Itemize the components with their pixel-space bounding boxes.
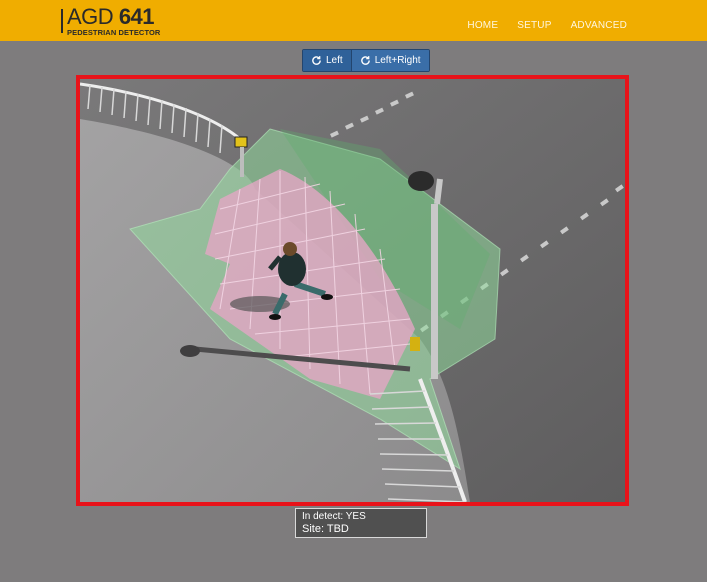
scene-render [80, 79, 625, 502]
rotate-icon [312, 56, 321, 65]
site-status: Site: TBD [302, 523, 349, 535]
lamp-shadow [180, 345, 200, 357]
sensor-device [234, 136, 248, 148]
brand-logo: AGD 641 [67, 4, 155, 29]
status-panel: In detect: YES Site: TBD [295, 508, 427, 538]
sensor-mount [240, 147, 244, 177]
main-nav: HOME SETUP ADVANCED [467, 20, 627, 31]
nav-home[interactable]: HOME [467, 20, 498, 31]
in-detect-status: In detect: YES [302, 511, 366, 522]
view-toggle-group: Left Left+Right [302, 49, 430, 72]
detection-viewport[interactable] [76, 75, 629, 506]
brand-subtitle: PEDESTRIAN DETECTOR [67, 28, 161, 37]
brand-divider [61, 9, 63, 33]
sensor-box [410, 337, 420, 351]
rotate-icon [360, 56, 370, 65]
view-left-right-label: Left+Right [374, 55, 421, 66]
view-left-right-button[interactable]: Left+Right [350, 50, 429, 71]
view-left-label: Left [326, 55, 343, 66]
nav-advanced[interactable]: ADVANCED [571, 20, 627, 31]
brand-prefix: AGD [67, 4, 114, 29]
view-left-button[interactable]: Left [303, 50, 351, 71]
nav-setup[interactable]: SETUP [517, 20, 551, 31]
brand-number: 641 [118, 4, 155, 29]
top-bar: AGD 641 PEDESTRIAN DETECTOR HOME SETUP A… [0, 0, 707, 41]
